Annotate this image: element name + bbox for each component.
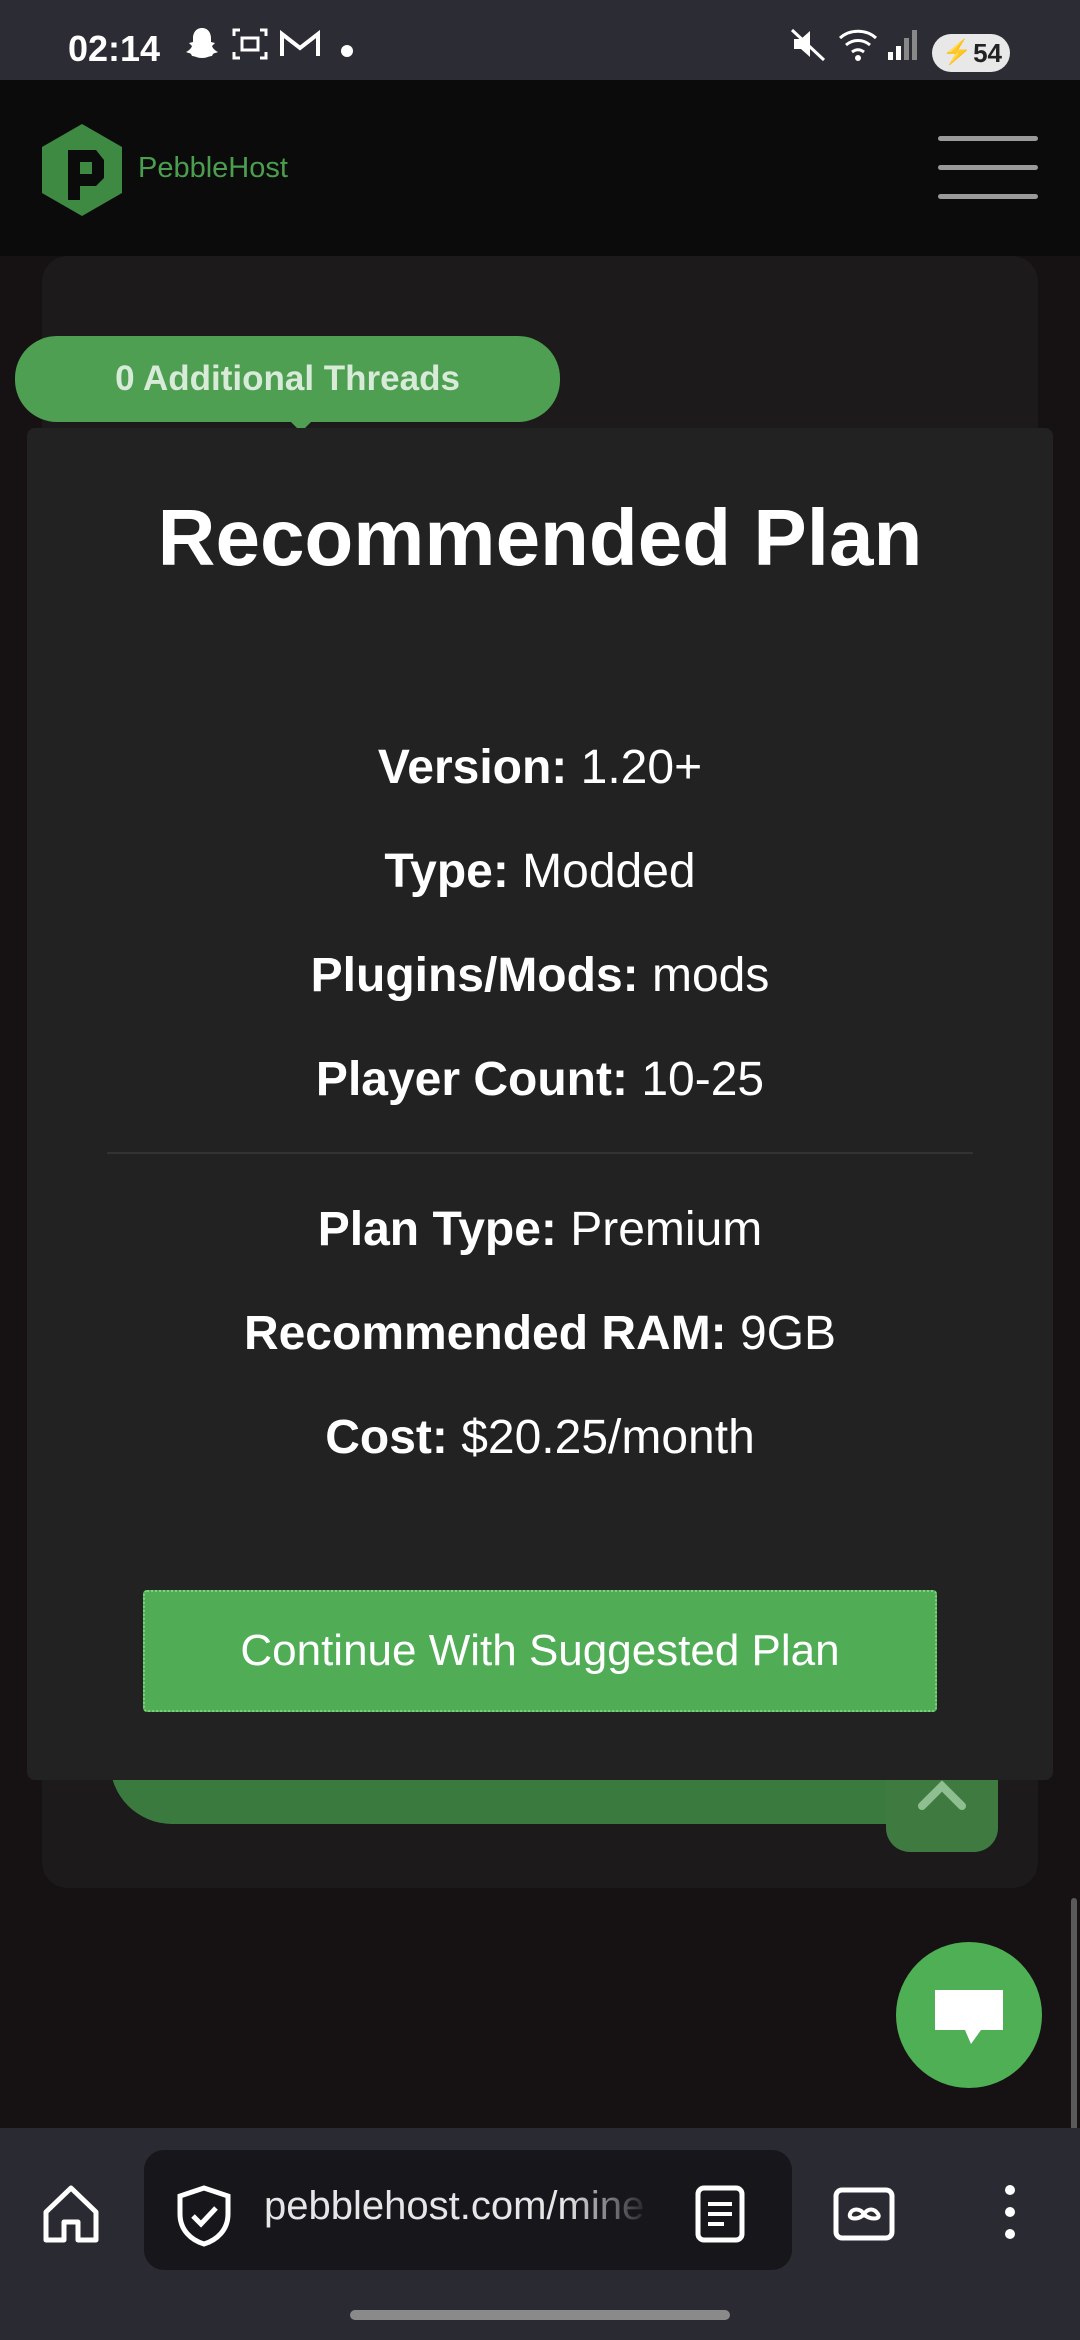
continue-with-suggested-plan-button[interactable]: Continue With Suggested Plan [143, 1590, 937, 1712]
modal-title: Recommended Plan [157, 493, 923, 582]
plan-type: Plan Type: Premium [317, 1203, 763, 1256]
screenshot-icon [230, 24, 270, 69]
mute-icon [788, 24, 828, 69]
gesture-bar[interactable] [350, 2310, 730, 2320]
notification-dot-icon [340, 44, 354, 63]
snapchat-icon [182, 24, 222, 69]
detail-type: Type: Modded [384, 845, 696, 898]
battery-level: 54 [973, 38, 1002, 68]
additional-threads-pill[interactable]: 0 Additional Threads [15, 336, 560, 432]
security-shield-icon[interactable] [174, 2184, 234, 2253]
recommended-plan-modal: Recommended Plan Version: 1.20+ Type: Mo… [27, 428, 1053, 1780]
battery-indicator: ⚡ 54 [932, 34, 1010, 72]
tab-switcher-icon[interactable] [832, 2186, 896, 2247]
wifi-icon [836, 24, 880, 69]
home-icon[interactable] [36, 2178, 106, 2253]
detail-player-count: Player Count: 10-25 [315, 1053, 765, 1106]
page-scrollbar[interactable] [1071, 1898, 1077, 2148]
url-text[interactable]: pebblehost.com/mine [264, 2184, 652, 2229]
chat-button[interactable] [896, 1942, 1042, 2088]
more-options-icon[interactable] [1000, 2182, 1020, 2247]
recommended-ram: Recommended RAM: 9GB [243, 1307, 837, 1360]
gmail-icon [278, 24, 322, 69]
plan-cost: Cost: $20.25/month [325, 1411, 755, 1464]
divider [107, 1152, 973, 1154]
status-time: 02:14 [68, 28, 161, 69]
hamburger-menu-icon[interactable] [938, 136, 1038, 200]
chat-bubble-icon [935, 1990, 1003, 2044]
pebblehost-logo[interactable] [38, 120, 126, 225]
charging-icon: ⚡ [942, 39, 972, 66]
status-bar: 02:14 ⚡ 54 [0, 0, 1080, 80]
reader-mode-icon[interactable] [694, 2184, 746, 2249]
brand-name[interactable]: PebbleHost [138, 152, 288, 185]
detail-version: Version: 1.20+ [377, 741, 703, 794]
signal-icon [886, 24, 922, 69]
detail-plugins-mods: Plugins/Mods: mods [310, 949, 770, 1002]
